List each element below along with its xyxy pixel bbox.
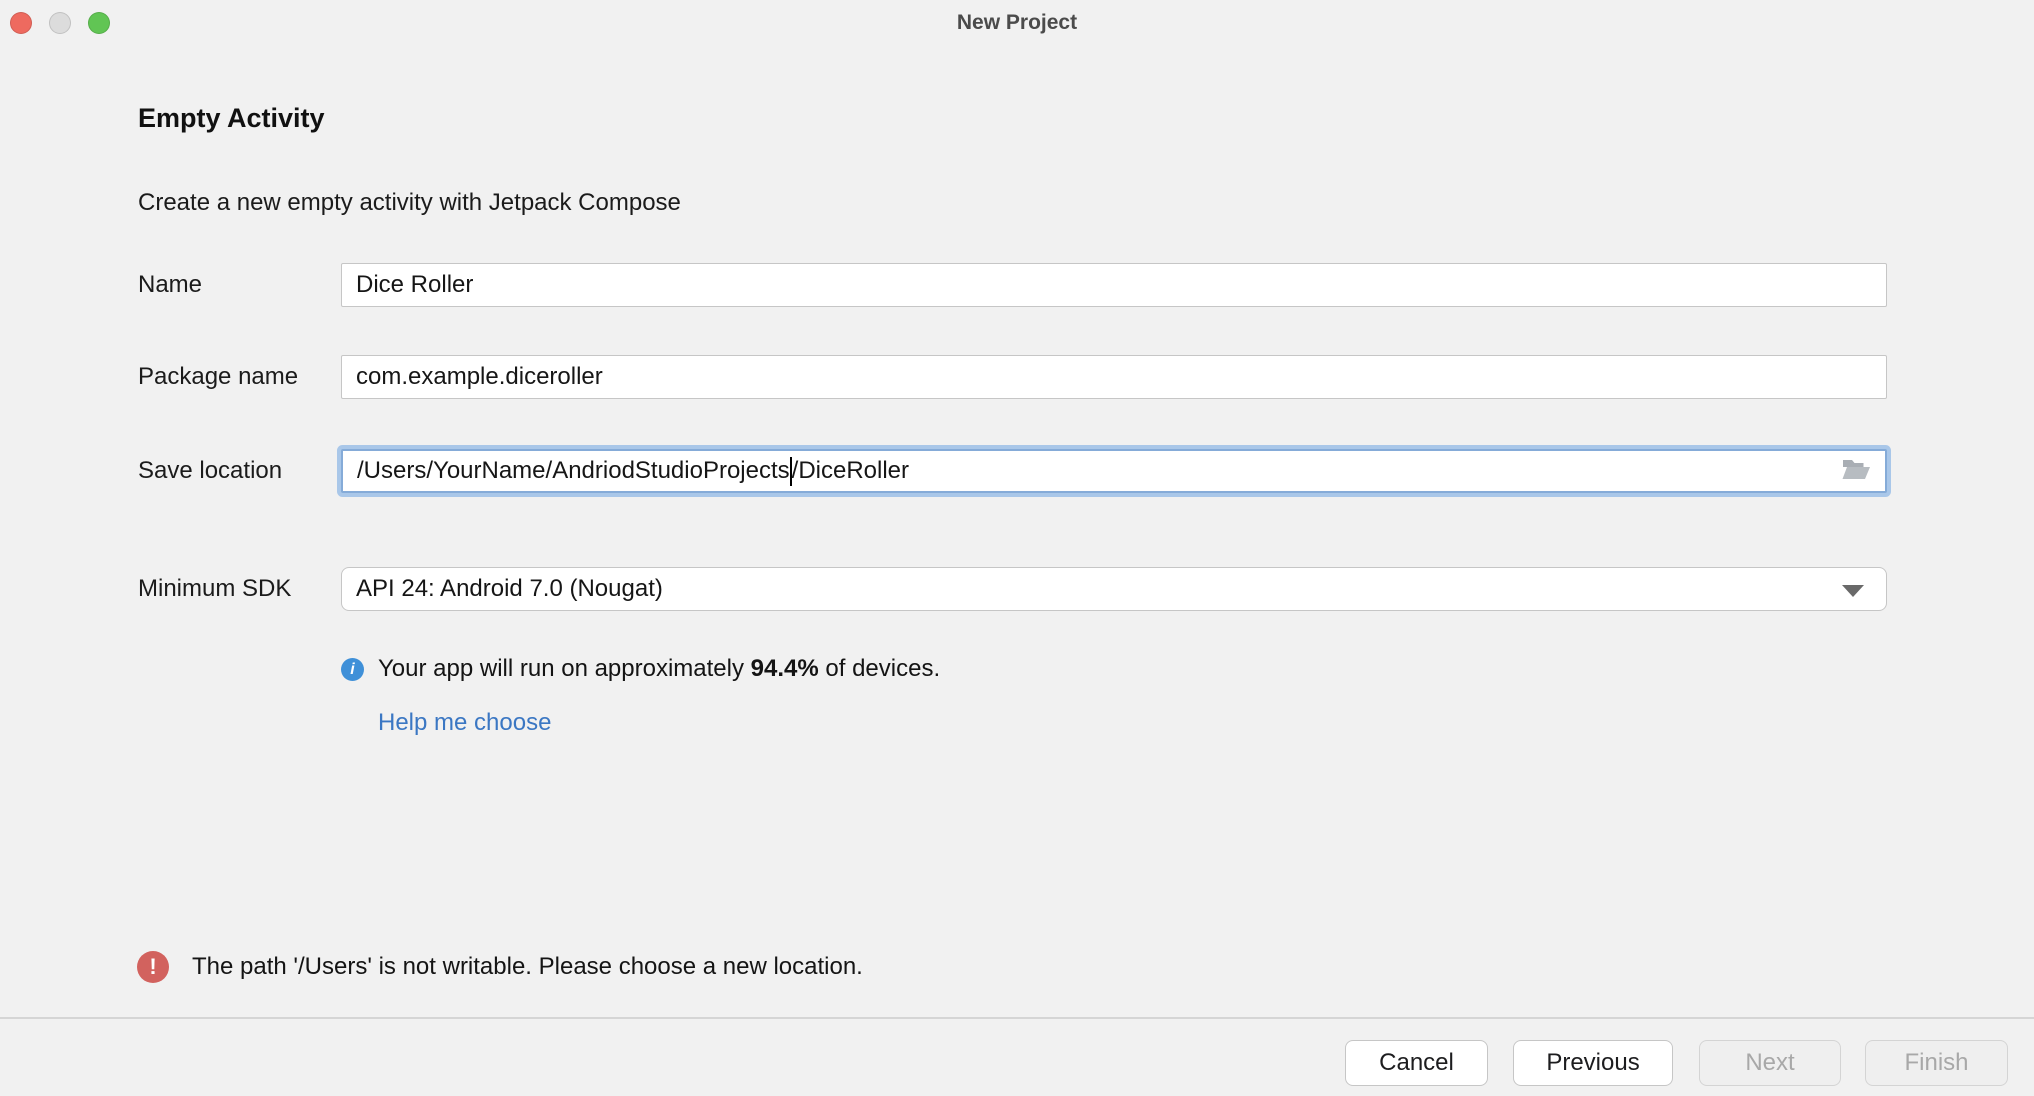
save-location-input[interactable]: /Users/YourName/AndriodStudioProjects /D… (341, 449, 1887, 493)
save-location-label: Save location (138, 449, 282, 493)
window-title: New Project (0, 0, 2034, 46)
help-me-choose-link[interactable]: Help me choose (378, 709, 551, 737)
package-name-label: Package name (138, 355, 298, 399)
minimum-sdk-dropdown[interactable]: API 24: Android 7.0 (Nougat) (341, 567, 1887, 611)
error-message: The path '/Users' is not writable. Pleas… (192, 953, 863, 981)
finish-button[interactable]: Finish (1865, 1040, 2008, 1086)
page-subtitle: Create a new empty activity with Jetpack… (138, 189, 681, 217)
footer-divider (0, 1017, 2034, 1019)
new-project-dialog: New Project Empty Activity Create a new … (0, 0, 2034, 1096)
browse-folder-button[interactable] (1837, 455, 1875, 487)
sdk-coverage-note: i Your app will run on approximately 94.… (341, 655, 940, 683)
save-location-value-after-caret: /DiceRoller (792, 457, 909, 485)
name-label: Name (138, 263, 202, 307)
page-title: Empty Activity (138, 103, 325, 134)
minimum-sdk-label: Minimum SDK (138, 567, 291, 611)
cancel-button[interactable]: Cancel (1345, 1040, 1488, 1086)
save-location-value-before-caret: /Users/YourName/AndriodStudioProjects (357, 457, 790, 485)
minimum-sdk-selected-value: API 24: Android 7.0 (Nougat) (356, 575, 663, 602)
package-name-input[interactable] (341, 355, 1887, 399)
open-folder-icon (1841, 458, 1871, 484)
name-input[interactable] (341, 263, 1887, 307)
info-icon: i (341, 658, 364, 681)
coverage-percent: 94.4% (751, 655, 819, 682)
validation-error: ! The path '/Users' is not writable. Ple… (137, 951, 863, 983)
sdk-coverage-text: Your app will run on approximately 94.4%… (378, 655, 940, 683)
coverage-text-after: of devices. (819, 655, 940, 682)
titlebar: New Project (0, 0, 2034, 46)
next-button[interactable]: Next (1699, 1040, 1841, 1086)
error-icon: ! (137, 951, 169, 983)
chevron-down-icon (1842, 585, 1864, 597)
coverage-text-before: Your app will run on approximately (378, 655, 751, 682)
previous-button[interactable]: Previous (1513, 1040, 1673, 1086)
